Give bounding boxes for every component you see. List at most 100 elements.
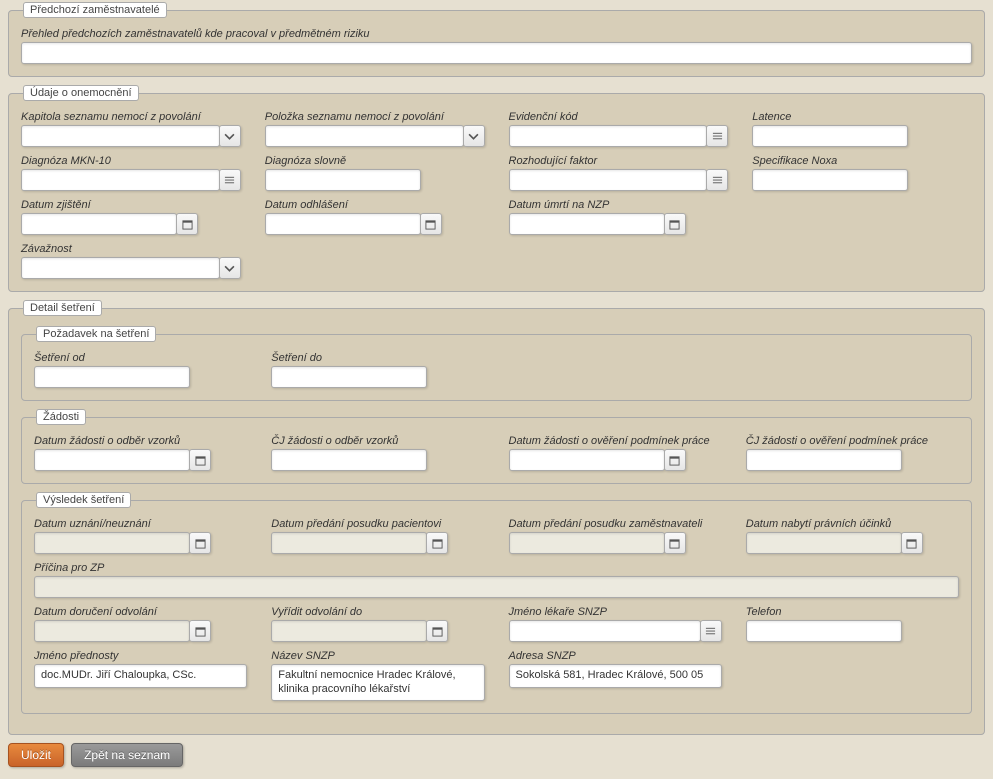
input-specifikace[interactable] xyxy=(752,169,908,191)
lookup-rozhodujici[interactable] xyxy=(706,169,728,191)
datepicker-zadosti-overeni[interactable] xyxy=(664,449,686,471)
input-kapitola[interactable] xyxy=(21,125,220,147)
datepicker-umrti[interactable] xyxy=(664,213,686,235)
datepicker-nabyti[interactable] xyxy=(901,532,923,554)
input-nazev-snzp[interactable]: Fakultní nemocnice Hradec Králové, klini… xyxy=(271,664,484,701)
input-setreni-od[interactable] xyxy=(34,366,190,388)
input-prev-overview[interactable] xyxy=(21,42,972,64)
input-zavaznost[interactable] xyxy=(21,257,220,279)
fieldset-detail: Detail šetření Požadavek na šetření Šetř… xyxy=(8,300,985,735)
label-prev-overview: Přehled předchozích zaměstnavatelů kde p… xyxy=(21,28,972,40)
back-button[interactable]: Zpět na seznam xyxy=(71,743,183,767)
datepicker-uznani[interactable] xyxy=(189,532,211,554)
label-datum-zjisteni: Datum zjištění xyxy=(21,199,241,211)
legend-zadosti: Žádosti xyxy=(36,409,86,425)
label-telefon: Telefon xyxy=(746,606,959,618)
label-adresa-snzp: Adresa SNZP xyxy=(509,650,722,662)
lookup-evidencni[interactable] xyxy=(706,125,728,147)
datepicker-odhlaseni[interactable] xyxy=(420,213,442,235)
label-pricina-zp: Příčina pro ZP xyxy=(34,562,959,574)
label-cj-zadosti-overeni: ČJ žádosti o ověření podmínek práce xyxy=(746,435,959,447)
input-pricina-zp xyxy=(34,576,959,598)
input-datum-zadosti-overeni[interactable] xyxy=(509,449,665,471)
input-rozhodujici[interactable] xyxy=(509,169,708,191)
input-cj-zadosti-overeni[interactable] xyxy=(746,449,902,471)
chevron-down-icon xyxy=(224,131,235,142)
label-kapitola: Kapitola seznamu nemocí z povolání xyxy=(21,111,241,123)
calendar-icon xyxy=(195,538,206,549)
label-diag-mkn10: Diagnóza MKN-10 xyxy=(21,155,241,167)
input-diag-mkn10[interactable] xyxy=(21,169,220,191)
input-telefon[interactable] xyxy=(746,620,902,642)
calendar-icon xyxy=(669,538,680,549)
datepicker-doruceni[interactable] xyxy=(189,620,211,642)
label-datum-uznani: Datum uznání/neuznání xyxy=(34,518,247,530)
input-adresa-snzp[interactable]: Sokolská 581, Hradec Králové, 500 05 xyxy=(509,664,722,688)
legend-detail: Detail šetření xyxy=(23,300,102,316)
label-nazev-snzp: Název SNZP xyxy=(271,650,484,662)
input-evidencni[interactable] xyxy=(509,125,708,147)
datepicker-vyridit-do[interactable] xyxy=(426,620,448,642)
label-datum-odhlaseni: Datum odhlášení xyxy=(265,199,485,211)
calendar-icon xyxy=(432,538,443,549)
datepicker-zadosti-vzorku[interactable] xyxy=(189,449,211,471)
input-diag-slovne[interactable] xyxy=(265,169,421,191)
fieldset-pozadavek: Požadavek na šetření Šetření od Šetření … xyxy=(21,326,972,401)
input-cj-zadosti-vzorku[interactable] xyxy=(271,449,427,471)
input-datum-nabyti xyxy=(746,532,902,554)
calendar-icon xyxy=(669,219,680,230)
label-datum-zadosti-vzorku: Datum žádosti o odběr vzorků xyxy=(34,435,247,447)
input-datum-odhlaseni[interactable] xyxy=(265,213,421,235)
lookup-jmeno-lekare[interactable] xyxy=(700,620,722,642)
input-latence[interactable] xyxy=(752,125,908,147)
list-icon xyxy=(712,131,723,142)
input-datum-zadosti-vzorku[interactable] xyxy=(34,449,190,471)
fieldset-disease: Údaje o onemocnění Kapitola seznamu nemo… xyxy=(8,85,985,292)
input-polozka[interactable] xyxy=(265,125,464,147)
calendar-icon xyxy=(425,219,436,230)
fieldset-vysledek: Výsledek šetření Datum uznání/neuznání D… xyxy=(21,492,972,714)
label-vyridit-do: Vyřídit odvolání do xyxy=(271,606,484,618)
label-diag-slovne: Diagnóza slovně xyxy=(265,155,485,167)
button-bar: Uložit Zpět na seznam xyxy=(8,743,985,767)
dropdown-zavaznost[interactable] xyxy=(219,257,241,279)
datepicker-predani-pac[interactable] xyxy=(426,532,448,554)
label-datum-predani-zam: Datum předání posudku zaměstnavateli xyxy=(509,518,722,530)
label-datum-predani-pac: Datum předání posudku pacientovi xyxy=(271,518,484,530)
datepicker-zjisteni[interactable] xyxy=(176,213,198,235)
list-icon xyxy=(712,175,723,186)
dropdown-kapitola[interactable] xyxy=(219,125,241,147)
input-datum-predani-pac xyxy=(271,532,427,554)
input-datum-uznani xyxy=(34,532,190,554)
chevron-down-icon xyxy=(224,263,235,274)
calendar-icon xyxy=(195,626,206,637)
input-jmeno-lekare[interactable] xyxy=(509,620,701,642)
save-button[interactable]: Uložit xyxy=(8,743,64,767)
calendar-icon xyxy=(432,626,443,637)
fieldset-prev-employers: Předchozí zaměstnavatelé Přehled předcho… xyxy=(8,2,985,77)
input-datum-zjisteni[interactable] xyxy=(21,213,177,235)
input-jmeno-prednosty[interactable]: doc.MUDr. Jiří Chaloupka, CSc. xyxy=(34,664,247,688)
label-jmeno-lekare: Jméno lékaře SNZP xyxy=(509,606,722,618)
legend-disease: Údaje o onemocnění xyxy=(23,85,139,101)
input-datum-predani-zam xyxy=(509,532,665,554)
input-vyridit-do xyxy=(271,620,427,642)
label-datum-doruceni: Datum doručení odvolání xyxy=(34,606,247,618)
label-cj-zadosti-vzorku: ČJ žádosti o odběr vzorků xyxy=(271,435,484,447)
calendar-icon xyxy=(182,219,193,230)
dropdown-polozka[interactable] xyxy=(463,125,485,147)
input-setreni-do[interactable] xyxy=(271,366,427,388)
input-datum-umrti[interactable] xyxy=(509,213,665,235)
legend-pozadavek: Požadavek na šetření xyxy=(36,326,156,342)
label-jmeno-prednosty: Jméno přednosty xyxy=(34,650,247,662)
label-specifikace: Specifikace Noxa xyxy=(752,155,972,167)
label-setreni-do: Šetření do xyxy=(271,352,484,364)
list-icon xyxy=(705,626,716,637)
label-setreni-od: Šetření od xyxy=(34,352,247,364)
chevron-down-icon xyxy=(468,131,479,142)
calendar-icon xyxy=(195,455,206,466)
datepicker-predani-zam[interactable] xyxy=(664,532,686,554)
lookup-diag-mkn10[interactable] xyxy=(219,169,241,191)
label-datum-nabyti: Datum nabytí právních účinků xyxy=(746,518,959,530)
legend-vysledek: Výsledek šetření xyxy=(36,492,131,508)
